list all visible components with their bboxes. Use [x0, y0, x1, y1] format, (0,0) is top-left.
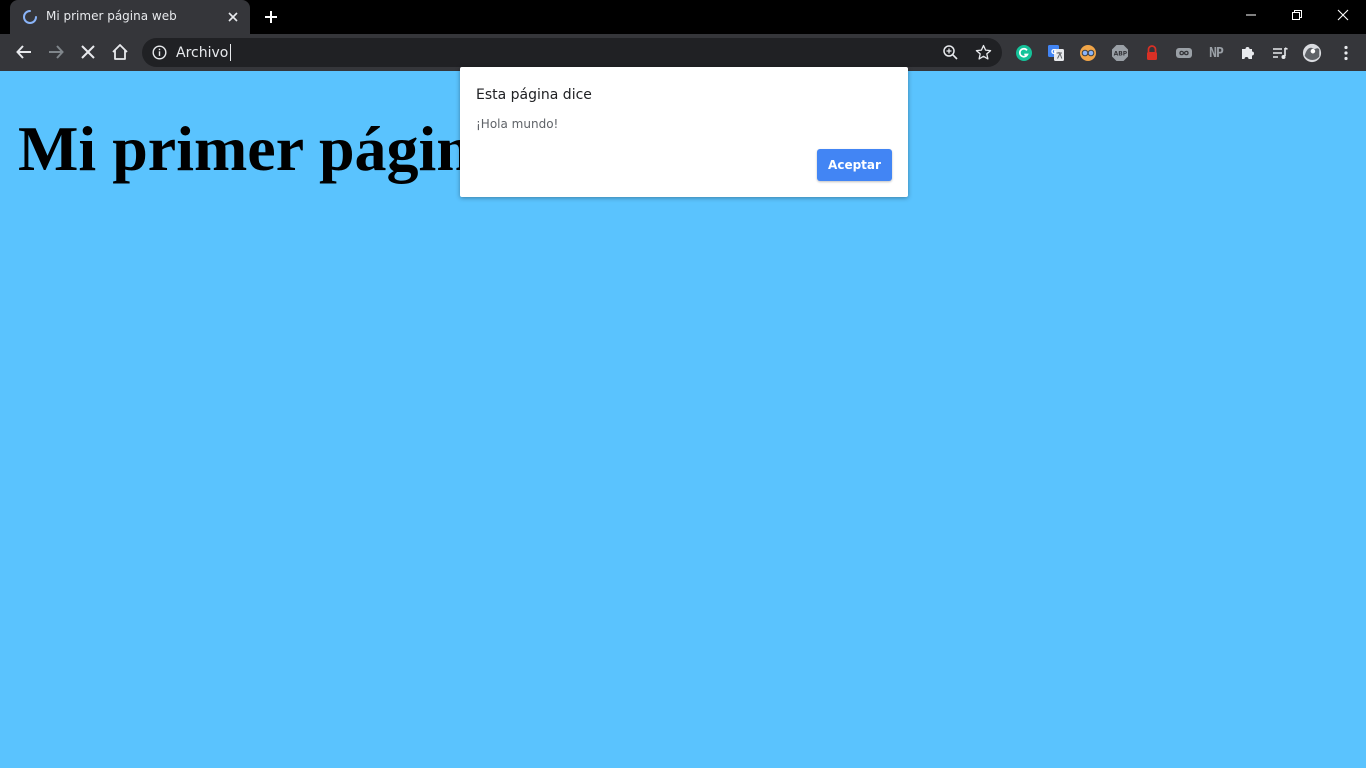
dialog-title: Esta página dice [476, 87, 592, 103]
adblock-icon: ABP [1112, 45, 1128, 61]
tab-close-icon[interactable] [226, 10, 240, 24]
puzzle-icon [1242, 47, 1254, 59]
grammarly-extension-button[interactable] [1014, 43, 1034, 63]
browser-tab[interactable]: Mi primer página web [10, 0, 250, 34]
new-tab-plus-icon[interactable] [262, 8, 280, 26]
minimize-icon [1246, 14, 1256, 16]
accept-button[interactable]: Aceptar [817, 149, 892, 181]
minimize-button[interactable] [1228, 0, 1274, 30]
loading-spinner-icon [23, 10, 37, 24]
window-close-button[interactable] [1320, 0, 1366, 30]
text-caret [230, 44, 231, 61]
grammarly-icon [1016, 45, 1032, 61]
profile-avatar-button[interactable] [1302, 43, 1322, 63]
home-icon [112, 44, 128, 60]
adblock-extension-button[interactable]: ABP [1110, 43, 1130, 63]
browser-toolbar: Archivo G ABP NP [0, 34, 1366, 71]
browser-menu-button[interactable] [1336, 43, 1356, 63]
bookmark-star-icon[interactable] [975, 44, 992, 61]
np-extension-button[interactable]: NP [1206, 43, 1226, 63]
lock-extension-button[interactable] [1142, 43, 1162, 63]
kebab-menu-icon [1344, 45, 1348, 61]
infinity-extension-button[interactable] [1174, 43, 1194, 63]
tab-title: Mi primer página web [46, 9, 177, 23]
address-bar-text: Archivo [176, 45, 229, 61]
close-icon [1337, 9, 1349, 21]
restore-button[interactable] [1274, 0, 1320, 30]
home-button[interactable] [108, 40, 132, 64]
np-icon: NP [1209, 45, 1224, 61]
media-control-button[interactable] [1270, 43, 1290, 63]
extensions-button[interactable] [1238, 43, 1258, 63]
infinity-icon [1176, 48, 1192, 58]
arrow-right-icon [49, 45, 64, 59]
lock-icon [1147, 45, 1157, 60]
translate-extension-button[interactable]: G [1046, 43, 1066, 63]
media-icon [1273, 47, 1288, 59]
alert-dialog: Esta página dice ¡Hola mundo! Aceptar [460, 67, 908, 197]
info-icon[interactable] [152, 45, 167, 60]
arrow-left-icon [16, 45, 31, 59]
svg-text:ABP: ABP [1114, 51, 1128, 58]
restore-icon [1292, 10, 1302, 20]
zoom-icon[interactable] [942, 44, 959, 61]
stop-x-icon [81, 45, 95, 59]
glasses-icon [1080, 45, 1096, 61]
svg-text:G: G [1051, 48, 1057, 56]
forward-button[interactable] [44, 40, 68, 64]
glasses-extension-button[interactable] [1078, 43, 1098, 63]
back-button[interactable] [12, 40, 36, 64]
stop-loading-button[interactable] [76, 40, 100, 64]
address-bar[interactable]: Archivo [142, 38, 1002, 67]
translate-icon: G [1048, 45, 1064, 61]
dialog-message: ¡Hola mundo! [476, 117, 559, 131]
avatar-icon [1302, 43, 1322, 63]
tab-strip: Mi primer página web [0, 0, 1366, 34]
